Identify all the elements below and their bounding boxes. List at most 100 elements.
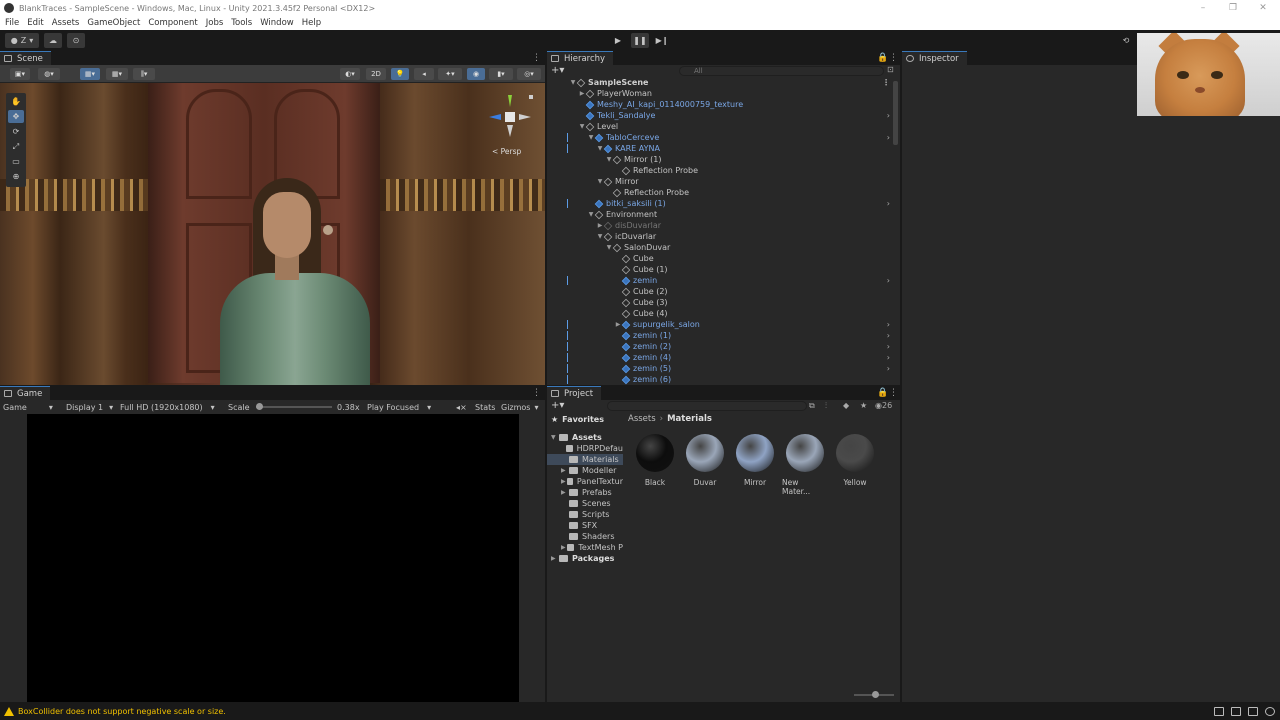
hierarchy-row[interactable]: zemin (1) › <box>547 330 890 341</box>
project-search-input[interactable] <box>607 401 807 411</box>
menu-help[interactable]: Help <box>302 18 321 28</box>
add-object-icon[interactable]: +▾ <box>551 65 564 76</box>
game-viewport[interactable] <box>27 414 519 704</box>
favorites-header[interactable]: ★ Favorites <box>547 414 623 425</box>
material-asset[interactable]: New Mater... <box>782 434 828 496</box>
camera-mode-button[interactable]: ◐▾ <box>340 68 360 80</box>
stats-button[interactable]: Stats <box>475 401 495 413</box>
game-more-icon[interactable]: ⋮ <box>532 388 541 398</box>
folder-arrow-icon[interactable]: ▶ <box>551 555 559 562</box>
hierarchy-row[interactable]: ▶ supurgelik_salon › <box>547 319 890 330</box>
hierarchy-row[interactable]: Meshy_AI_kapi_0114000759_texture <box>547 99 890 110</box>
menu-component[interactable]: Component <box>148 18 197 28</box>
hierarchy-row[interactable]: ▼ SalonDuvar <box>547 242 890 253</box>
folder-row[interactable]: ▶ Packages <box>547 553 623 564</box>
transform-tool-icon[interactable]: ⊕ <box>8 170 24 183</box>
hierarchy-search-input[interactable]: All <box>679 66 884 76</box>
folder-row[interactable]: Shaders <box>547 531 623 542</box>
hierarchy-row[interactable]: zemin (5) › <box>547 363 890 374</box>
scale-tool-icon[interactable]: ⤢ <box>8 140 24 153</box>
tab-scene[interactable]: Scene <box>0 51 51 65</box>
pause-icon[interactable]: ❚❚ <box>631 33 649 48</box>
menu-file[interactable]: File <box>5 18 19 28</box>
hierarchy-row[interactable]: bitki_saksili (1) › <box>547 198 890 209</box>
menu-gameobject[interactable]: GameObject <box>87 18 140 28</box>
folder-row[interactable]: HDRPDefau <box>547 443 623 454</box>
mute-audio-icon[interactable]: ◂× <box>456 401 467 413</box>
folder-arrow-icon[interactable]: ▶ <box>561 489 569 496</box>
material-asset[interactable]: Duvar <box>682 434 728 487</box>
folder-arrow-icon[interactable]: ▼ <box>551 434 559 441</box>
hierarchy-row[interactable]: Cube (3) <box>547 297 890 308</box>
hierarchy-row[interactable]: ▶ PlayerWoman <box>547 88 890 99</box>
effects-icon[interactable]: ✦▾ <box>438 68 462 80</box>
hierarchy-row[interactable]: Cube (2) <box>547 286 890 297</box>
folder-row[interactable]: Materials <box>547 454 623 465</box>
search-by-type-icon[interactable]: ⧉ <box>809 401 815 411</box>
menu-edit[interactable]: Edit <box>27 18 43 28</box>
hierarchy-row[interactable]: ▼ icDuvarlar <box>547 231 890 242</box>
cache-icon[interactable] <box>1248 707 1258 716</box>
tab-hierarchy[interactable]: Hierarchy <box>547 51 614 65</box>
folder-row[interactable]: ▶ TextMesh P <box>547 542 623 553</box>
thumbnail-size-slider[interactable] <box>854 691 894 698</box>
rect-tool-icon[interactable]: ▭ <box>8 155 24 168</box>
snap-increment-button[interactable]: ⫼▾ <box>133 68 155 80</box>
hierarchy-row[interactable]: Tekli_Sandalye › <box>547 110 890 121</box>
prefab-open-arrow-icon[interactable]: › <box>887 342 890 351</box>
step-icon[interactable]: ▶❙ <box>653 33 671 48</box>
hierarchy-row[interactable]: ▼ Mirror (1) <box>547 154 890 165</box>
breadcrumb-assets[interactable]: Assets <box>628 414 656 424</box>
prefab-open-arrow-icon[interactable]: › <box>887 353 890 362</box>
menu-assets[interactable]: Assets <box>52 18 80 28</box>
folder-arrow-icon[interactable]: ▶ <box>561 478 567 485</box>
folder-arrow-icon[interactable]: ▶ <box>561 467 569 474</box>
hand-tool-icon[interactable]: ✋ <box>8 95 24 108</box>
scene-visibility-icon[interactable]: ⊡ <box>887 65 894 74</box>
orientation-gizmo-icon[interactable] <box>485 93 535 139</box>
hierarchy-more-icon[interactable]: ⋮ <box>889 53 898 63</box>
hierarchy-row[interactable]: Reflection Probe <box>547 187 890 198</box>
draw-mode-button[interactable]: ▣▾ <box>10 68 30 80</box>
game-mode-dropdown[interactable]: Game ▾ <box>3 401 53 413</box>
create-asset-icon[interactable]: +▾ <box>551 400 564 411</box>
gizmos-icon[interactable]: ◎▾ <box>517 68 541 80</box>
persp-label[interactable]: < Persp <box>492 147 521 156</box>
account-button[interactable]: ● Z ▾ <box>5 33 39 48</box>
hierarchy-row[interactable]: zemin › <box>547 275 890 286</box>
minimize-button[interactable]: – <box>1188 0 1218 16</box>
hierarchy-row[interactable]: ▼ Environment <box>547 209 890 220</box>
menu-tools[interactable]: Tools <box>231 18 252 28</box>
hidden-objects-icon[interactable]: ◉ <box>467 68 485 80</box>
lighting-icon[interactable]: 💡 <box>391 68 409 80</box>
folder-row[interactable]: SFX <box>547 520 623 531</box>
hierarchy-row[interactable]: zemin (6) <box>547 374 890 385</box>
folder-row[interactable]: ▶ Modeller <box>547 465 623 476</box>
hierarchy-row[interactable]: ▼ KARE AYNA <box>547 143 890 154</box>
scene-camera-icon[interactable]: ▮▾ <box>489 68 513 80</box>
favorite-star-icon[interactable]: ★ <box>860 401 867 410</box>
material-asset[interactable]: Mirror <box>732 434 778 487</box>
hierarchy-lock-icon[interactable]: 🔒 <box>877 53 888 63</box>
hierarchy-row[interactable]: zemin (4) › <box>547 352 890 363</box>
folder-row[interactable]: Scripts <box>547 509 623 520</box>
prefab-open-arrow-icon[interactable]: › <box>887 320 890 329</box>
hierarchy-scrollbar[interactable] <box>893 81 898 145</box>
global-local-button[interactable]: ◍▾ <box>38 68 60 80</box>
prefab-open-arrow-icon[interactable]: › <box>887 276 890 285</box>
hierarchy-row[interactable]: ▼ TabloCerceve › <box>547 132 890 143</box>
hierarchy-row[interactable]: Cube (4) <box>547 308 890 319</box>
menu-jobs[interactable]: Jobs <box>206 18 224 28</box>
prefab-open-arrow-icon[interactable]: › <box>887 331 890 340</box>
prefab-open-arrow-icon[interactable]: › <box>887 199 890 208</box>
folder-row[interactable]: ▶ PanelTextur <box>547 476 623 487</box>
scene-viewport[interactable]: < Persp ✋ ✥ ⟳ ⤢ ▭ ⊕ <box>0 83 545 385</box>
prefab-open-arrow-icon[interactable]: › <box>887 111 890 120</box>
menu-window[interactable]: Window <box>260 18 294 28</box>
hierarchy-row[interactable]: Reflection Probe <box>547 165 890 176</box>
prefab-open-arrow-icon[interactable]: › <box>887 133 890 142</box>
display-dropdown[interactable]: Display 1 ▾ <box>66 401 113 413</box>
scene-more-icon[interactable]: ⋮ <box>532 53 541 63</box>
tab-game[interactable]: Game <box>0 386 51 400</box>
hierarchy-row[interactable]: ▼ SampleScene ⋮ <box>547 77 890 88</box>
